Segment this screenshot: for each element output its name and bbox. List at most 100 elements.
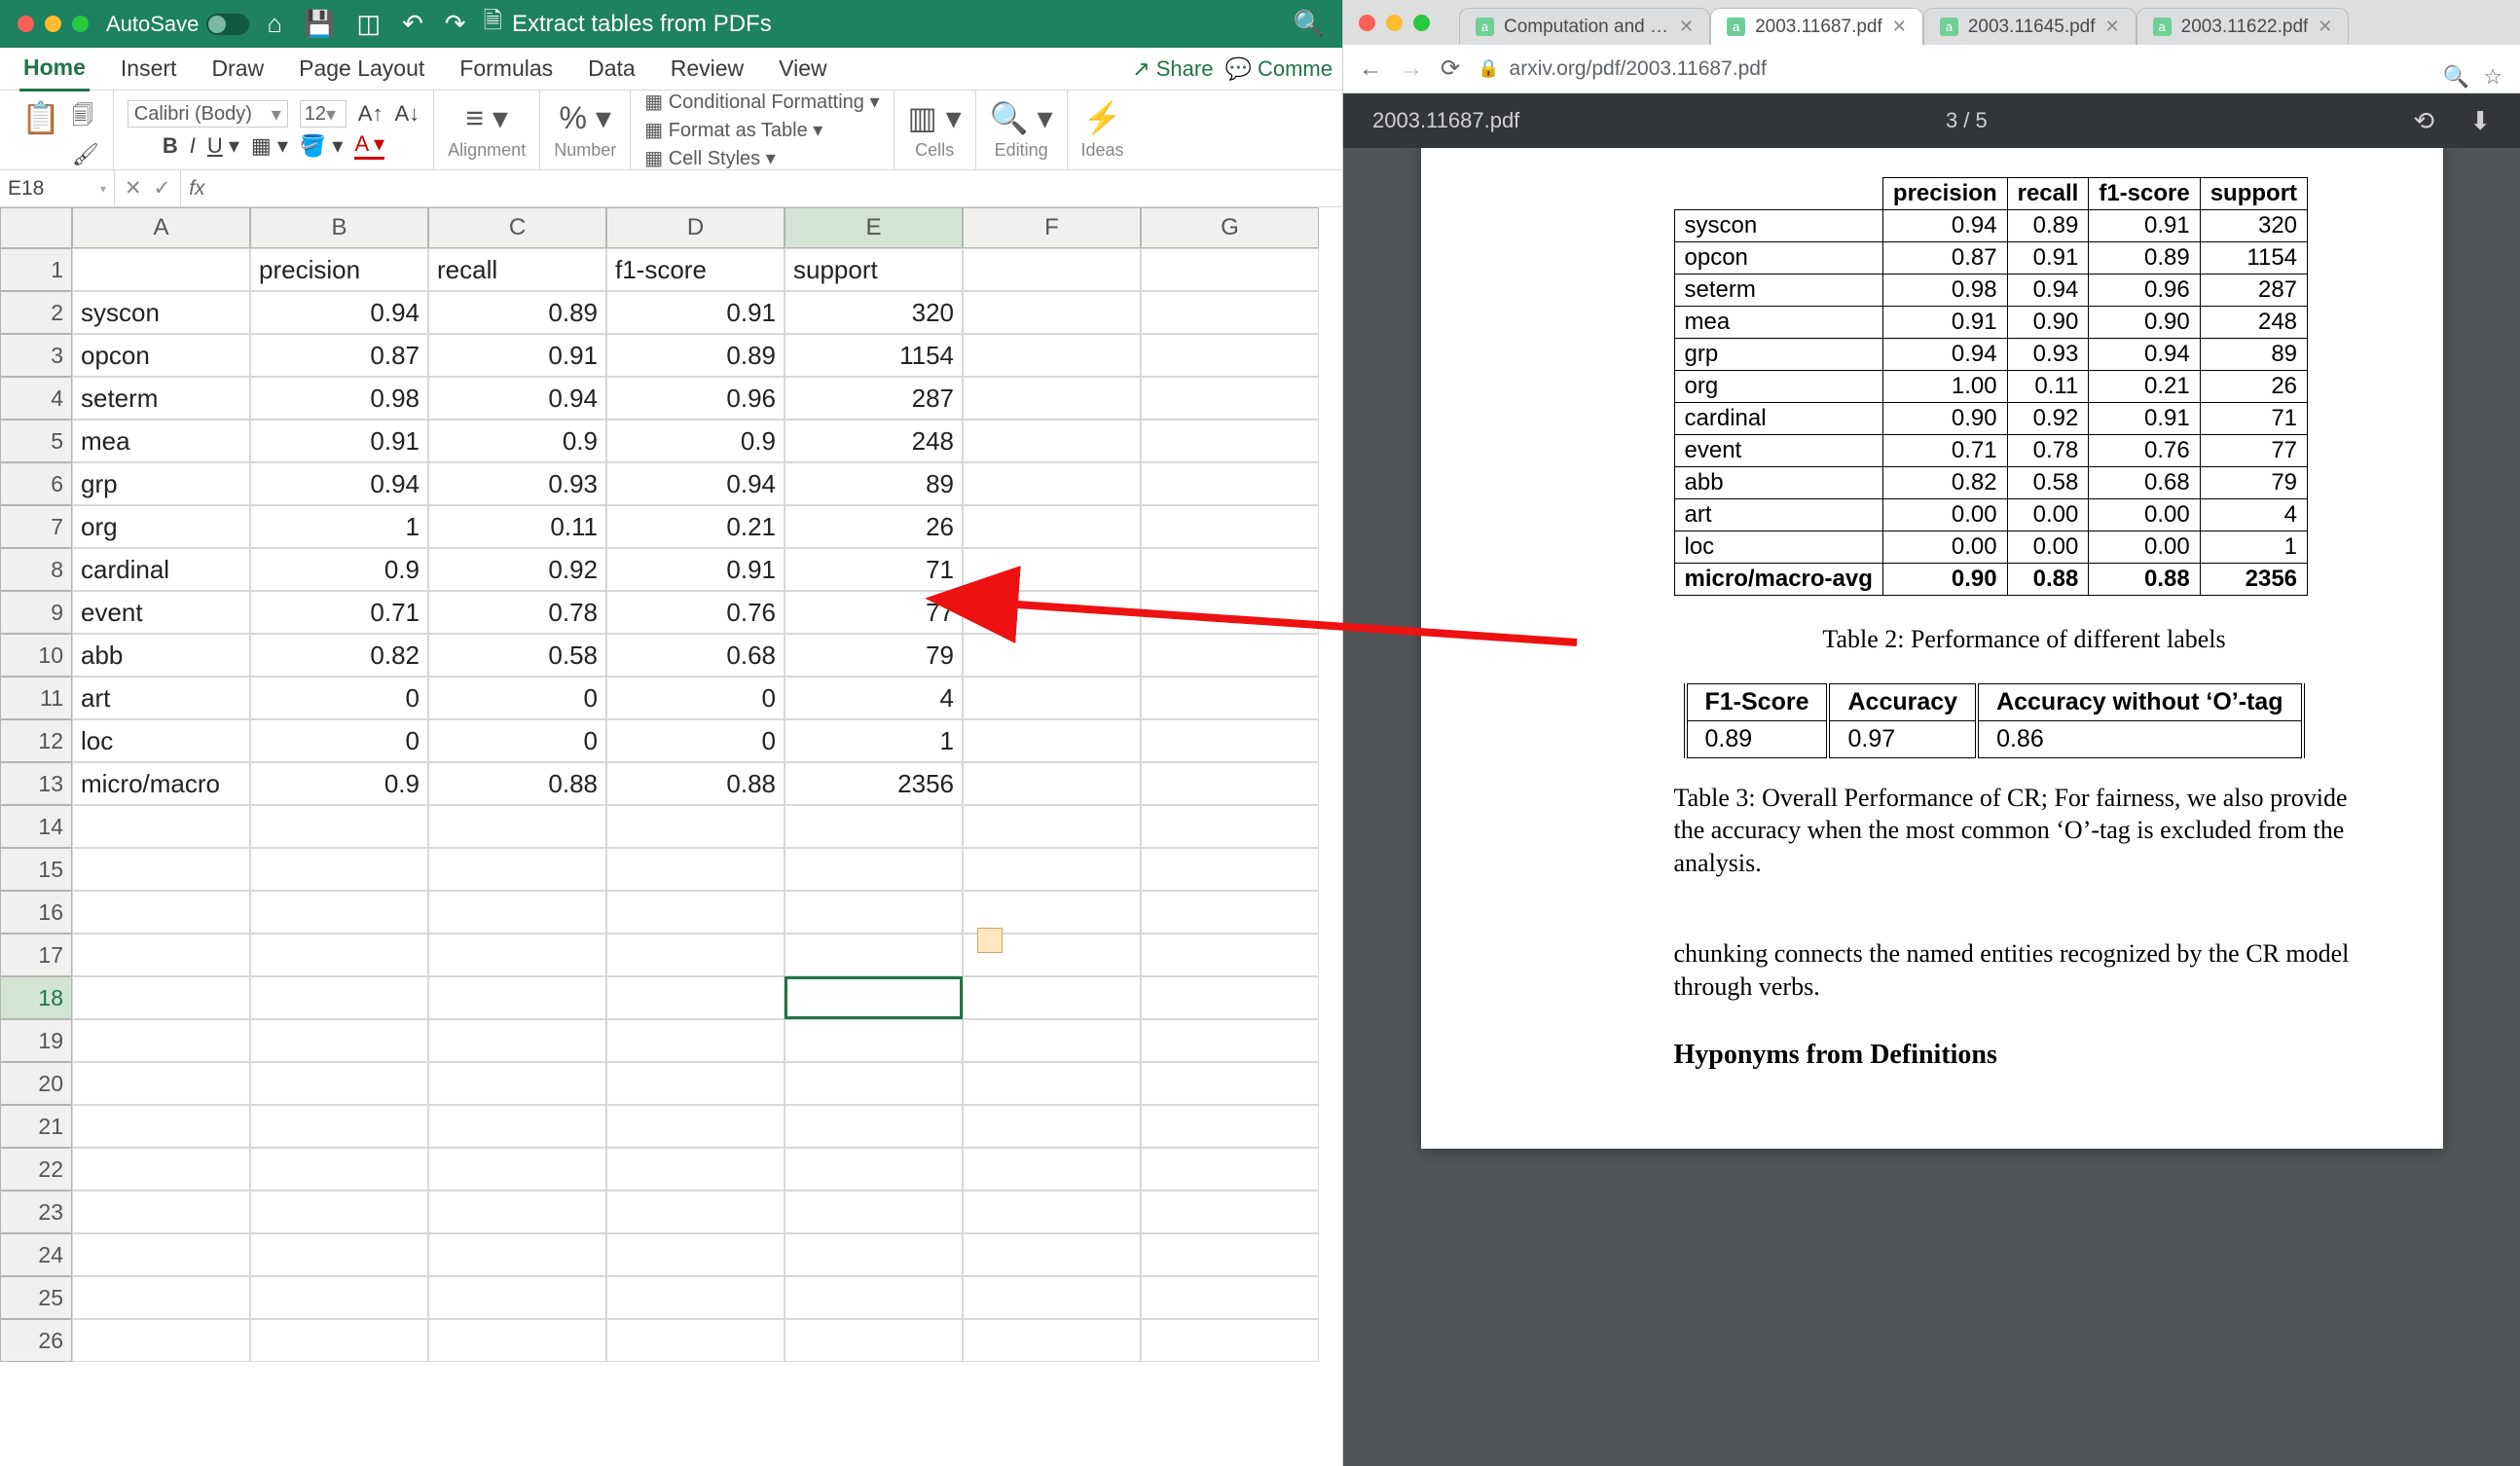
cell[interactable] xyxy=(250,1105,428,1148)
cell[interactable]: 1 xyxy=(785,719,963,762)
cell[interactable]: 0.94 xyxy=(250,462,428,505)
tab-home[interactable]: Home xyxy=(19,47,90,92)
cell[interactable] xyxy=(72,1105,250,1148)
cell[interactable] xyxy=(428,1062,606,1105)
minimize-icon[interactable] xyxy=(45,16,61,32)
cell[interactable] xyxy=(428,1148,606,1191)
cell[interactable]: 0.91 xyxy=(250,420,428,462)
cell[interactable] xyxy=(1141,1276,1319,1319)
cell[interactable] xyxy=(963,634,1141,677)
cell[interactable] xyxy=(606,934,785,976)
cell[interactable]: 0.58 xyxy=(428,634,606,677)
cell[interactable]: 0.9 xyxy=(250,548,428,591)
cell[interactable] xyxy=(785,1233,963,1276)
rotate-icon[interactable]: ⟲ xyxy=(2413,106,2434,136)
row-header[interactable]: 21 xyxy=(0,1105,72,1148)
percent-icon[interactable]: % ▾ xyxy=(560,99,611,136)
cell[interactable]: 320 xyxy=(785,291,963,334)
cell[interactable] xyxy=(250,1276,428,1319)
row-header[interactable]: 7 xyxy=(0,505,72,548)
cell[interactable] xyxy=(606,1019,785,1062)
tab-page-layout[interactable]: Page Layout xyxy=(295,48,428,90)
cell[interactable] xyxy=(250,805,428,848)
cell[interactable] xyxy=(1141,848,1319,891)
cell[interactable]: 1154 xyxy=(785,334,963,377)
cell[interactable]: 0.87 xyxy=(250,334,428,377)
close-tab-icon[interactable]: ✕ xyxy=(1679,17,1694,37)
row-header[interactable]: 8 xyxy=(0,548,72,591)
cell[interactable] xyxy=(1141,1233,1319,1276)
row-header[interactable]: 24 xyxy=(0,1233,72,1276)
paste-options-icon[interactable] xyxy=(977,928,1003,953)
cell[interactable]: micro/macro xyxy=(72,762,250,805)
cell[interactable]: grp xyxy=(72,462,250,505)
row-header[interactable]: 6 xyxy=(0,462,72,505)
row-header[interactable]: 2 xyxy=(0,291,72,334)
cell[interactable] xyxy=(72,1191,250,1233)
row-header[interactable]: 11 xyxy=(0,677,72,719)
cell[interactable]: 0.96 xyxy=(606,377,785,420)
cell[interactable] xyxy=(72,848,250,891)
row-header[interactable]: 19 xyxy=(0,1019,72,1062)
cell[interactable]: 0.93 xyxy=(428,462,606,505)
zoom-icon[interactable]: 🔍 xyxy=(2443,64,2469,90)
cell[interactable] xyxy=(963,591,1141,634)
pin-icon[interactable]: ◫ xyxy=(357,9,382,39)
window-traffic-lights[interactable] xyxy=(18,16,89,32)
row-header[interactable]: 4 xyxy=(0,377,72,420)
cell[interactable]: 0.91 xyxy=(606,548,785,591)
col-header-e[interactable]: E xyxy=(785,207,963,248)
cell[interactable] xyxy=(250,1148,428,1191)
cell[interactable]: 0 xyxy=(606,677,785,719)
cell[interactable]: 79 xyxy=(785,634,963,677)
cell[interactable] xyxy=(606,976,785,1019)
cell[interactable] xyxy=(606,891,785,934)
cell[interactable] xyxy=(428,848,606,891)
row-header[interactable]: 14 xyxy=(0,805,72,848)
cell[interactable] xyxy=(250,1233,428,1276)
search-icon[interactable]: 🔍 xyxy=(1294,9,1325,39)
row-header[interactable]: 12 xyxy=(0,719,72,762)
cell[interactable] xyxy=(785,1019,963,1062)
browser-tab[interactable]: a2003.11687.pdf✕ xyxy=(1710,8,1923,45)
cell[interactable] xyxy=(963,377,1141,420)
cell[interactable]: cardinal xyxy=(72,548,250,591)
format-painter-icon[interactable]: 🖌 xyxy=(72,142,99,167)
copy-icon[interactable]: 🗐 xyxy=(72,99,99,136)
cell[interactable] xyxy=(1141,462,1319,505)
cell[interactable]: abb xyxy=(72,634,250,677)
cell[interactable] xyxy=(606,805,785,848)
cell[interactable] xyxy=(428,976,606,1019)
back-icon[interactable]: ← xyxy=(1359,55,1382,83)
cell[interactable] xyxy=(963,762,1141,805)
cell[interactable]: 0.11 xyxy=(428,505,606,548)
cell[interactable] xyxy=(1141,1319,1319,1362)
cell[interactable] xyxy=(250,1191,428,1233)
cell[interactable] xyxy=(72,1062,250,1105)
cell[interactable] xyxy=(1141,420,1319,462)
cell[interactable] xyxy=(963,1276,1141,1319)
cell[interactable]: 0 xyxy=(250,719,428,762)
tab-insert[interactable]: Insert xyxy=(117,48,181,90)
cell[interactable]: opcon xyxy=(72,334,250,377)
cell[interactable] xyxy=(250,848,428,891)
comments-button[interactable]: 💬 Comme xyxy=(1224,56,1333,82)
cell[interactable] xyxy=(1141,377,1319,420)
fx-icon[interactable]: fx xyxy=(181,177,212,201)
cell[interactable] xyxy=(1141,248,1319,291)
cell[interactable] xyxy=(963,548,1141,591)
close-tab-icon[interactable]: ✕ xyxy=(2105,17,2120,37)
cell[interactable] xyxy=(963,677,1141,719)
cell[interactable] xyxy=(963,505,1141,548)
cell[interactable] xyxy=(785,1191,963,1233)
save-icon[interactable]: 💾 xyxy=(304,9,335,39)
cell[interactable] xyxy=(785,1105,963,1148)
close-tab-icon[interactable]: ✕ xyxy=(1892,17,1907,37)
cell[interactable] xyxy=(606,1276,785,1319)
cell[interactable] xyxy=(1141,976,1319,1019)
browser-tab[interactable]: aComputation and Lan✕ xyxy=(1459,8,1710,45)
col-header-g[interactable]: G xyxy=(1141,207,1319,248)
cell[interactable] xyxy=(963,1148,1141,1191)
cell[interactable]: 0.91 xyxy=(606,291,785,334)
row-header[interactable]: 25 xyxy=(0,1276,72,1319)
